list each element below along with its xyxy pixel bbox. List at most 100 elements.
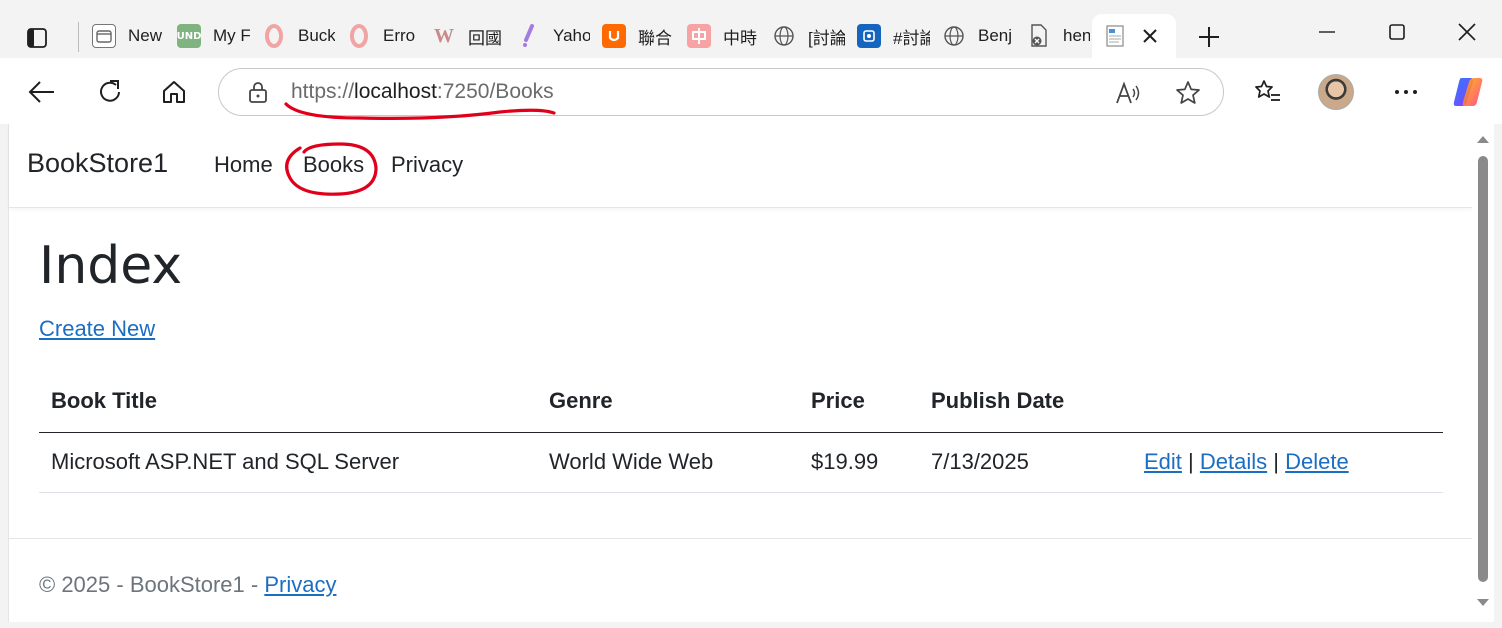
tab-separator xyxy=(78,22,79,52)
site-navbar: BookStore1 Home Books Privacy xyxy=(9,124,1473,208)
star-icon xyxy=(1176,81,1200,104)
close-window-button[interactable] xyxy=(1444,14,1490,50)
nav-books[interactable]: Books xyxy=(303,152,364,178)
favorite-button[interactable] xyxy=(1175,80,1201,106)
active-tab[interactable] xyxy=(1092,14,1176,58)
w-icon: W xyxy=(434,24,454,47)
tab-5[interactable]: Yaho xyxy=(505,14,590,58)
column-header-price: Price xyxy=(799,370,919,433)
favorites-button[interactable] xyxy=(1246,70,1290,114)
copilot-icon xyxy=(1453,78,1483,106)
footer-copyright: © 2025 - BookStore1 - xyxy=(39,572,265,597)
column-header-genre: Genre xyxy=(537,370,799,433)
tab-7[interactable]: 中時 xyxy=(675,14,760,58)
globe-icon xyxy=(942,24,966,48)
cell-book-title: Microsoft ASP.NET and SQL Server xyxy=(39,432,537,493)
edit-link[interactable]: Edit xyxy=(1144,449,1182,474)
ellipsis-icon xyxy=(1395,90,1417,94)
yahoo-icon xyxy=(517,24,541,48)
page-title: Index xyxy=(39,236,183,296)
books-table: Book Title Genre Price Publish Date Micr… xyxy=(39,370,1443,493)
udn-icon xyxy=(602,24,626,48)
table-row: Microsoft ASP.NET and SQL Server World W… xyxy=(39,432,1443,493)
address-bar[interactable]: https://localhost:7250/Books xyxy=(218,68,1224,116)
create-new-link[interactable]: Create New xyxy=(39,316,155,342)
favorites-list-icon xyxy=(1255,80,1280,101)
details-link[interactable]: Details xyxy=(1200,449,1267,474)
tab-actions-icon xyxy=(27,28,47,48)
address-url[interactable]: https://localhost:7250/Books xyxy=(291,80,554,104)
tab-0[interactable]: New xyxy=(80,14,165,58)
site-brand[interactable]: BookStore1 xyxy=(27,148,168,179)
cell-actions: Edit | Details | Delete xyxy=(1132,432,1443,493)
lock-icon[interactable] xyxy=(247,81,269,103)
footer-privacy-link[interactable]: Privacy xyxy=(264,572,336,597)
document-icon xyxy=(1104,24,1128,48)
tab-6[interactable]: 聯合 xyxy=(590,14,675,58)
minimize-icon xyxy=(1319,31,1335,33)
site-footer: © 2025 - BookStore1 - Privacy xyxy=(9,538,1473,622)
plus-icon xyxy=(1199,27,1219,47)
blue-app-icon xyxy=(857,24,881,48)
tab-8[interactable]: [討論 xyxy=(760,14,845,58)
tab-label: 回國 xyxy=(468,28,502,48)
tab-label: Buck xyxy=(298,26,335,45)
maximize-button[interactable] xyxy=(1374,14,1420,50)
tab-actions-button[interactable] xyxy=(14,18,60,58)
read-aloud-button[interactable] xyxy=(1115,80,1141,106)
close-tab-button[interactable] xyxy=(1140,26,1160,46)
tab-label: New xyxy=(128,26,163,45)
footer-text: © 2025 - BookStore1 - Privacy xyxy=(39,572,336,598)
back-button[interactable] xyxy=(20,70,64,114)
tab-3[interactable]: Erro xyxy=(335,14,420,58)
close-icon xyxy=(1143,29,1157,43)
scroll-up-arrow-icon[interactable] xyxy=(1476,134,1490,144)
read-aloud-icon xyxy=(1116,81,1140,104)
opera-icon xyxy=(347,24,371,48)
minimize-button[interactable] xyxy=(1304,14,1350,50)
tab-2[interactable]: Buck xyxy=(250,14,335,58)
column-header-publish-date: Publish Date xyxy=(919,370,1132,433)
home-button[interactable] xyxy=(152,70,196,114)
tab-label: #討論 xyxy=(893,28,930,48)
close-icon xyxy=(1458,23,1476,41)
copilot-button[interactable] xyxy=(1446,70,1490,114)
action-separator: | xyxy=(1273,449,1279,474)
more-menu-button[interactable] xyxy=(1384,70,1428,114)
nav-home[interactable]: Home xyxy=(214,152,273,178)
action-separator: | xyxy=(1188,449,1194,474)
tab-9[interactable]: #討論 xyxy=(845,14,930,58)
tab-label: [討論 xyxy=(808,28,845,48)
back-arrow-icon xyxy=(28,81,54,103)
column-header-book-title: Book Title xyxy=(39,370,537,433)
tab-label: 中時 xyxy=(723,28,757,48)
file-error-icon xyxy=(1027,24,1051,48)
page-scrollbar[interactable] xyxy=(1472,124,1494,622)
opera-icon xyxy=(262,24,286,48)
nav-privacy[interactable]: Privacy xyxy=(391,152,463,178)
tab-4[interactable]: W 回國 xyxy=(420,14,505,58)
delete-link[interactable]: Delete xyxy=(1285,449,1349,474)
tab-1[interactable]: UND My F xyxy=(165,14,250,58)
chinatimes-icon xyxy=(687,24,711,48)
tab-10[interactable]: Benj xyxy=(930,14,1015,58)
tab-11[interactable]: hen. xyxy=(1015,14,1090,58)
scroll-down-arrow-icon[interactable] xyxy=(1476,598,1490,608)
new-tab-button[interactable] xyxy=(1192,20,1226,54)
tab-label: My F xyxy=(213,26,250,45)
url-scheme: https:// xyxy=(291,80,355,103)
tab-label: hen. xyxy=(1063,26,1090,45)
table-header-row: Book Title Genre Price Publish Date xyxy=(39,370,1443,433)
url-path: :7250/Books xyxy=(436,80,554,103)
cell-genre: World Wide Web xyxy=(537,432,799,493)
und-icon: UND xyxy=(177,24,201,48)
url-host: localhost xyxy=(354,80,437,103)
browser-tab-strip: New UND My F Buck Erro W 回國 Yaho 聯合 中時 [… xyxy=(0,0,1502,62)
scrollbar-thumb[interactable] xyxy=(1478,156,1488,582)
profile-avatar[interactable] xyxy=(1318,74,1354,110)
refresh-button[interactable] xyxy=(88,70,132,114)
page-viewport: BookStore1 Home Books Privacy Index Crea… xyxy=(8,124,1473,622)
refresh-icon xyxy=(100,80,120,102)
browser-toolbar: https://localhost:7250/Books xyxy=(0,58,1502,124)
cell-price: $19.99 xyxy=(799,432,919,493)
